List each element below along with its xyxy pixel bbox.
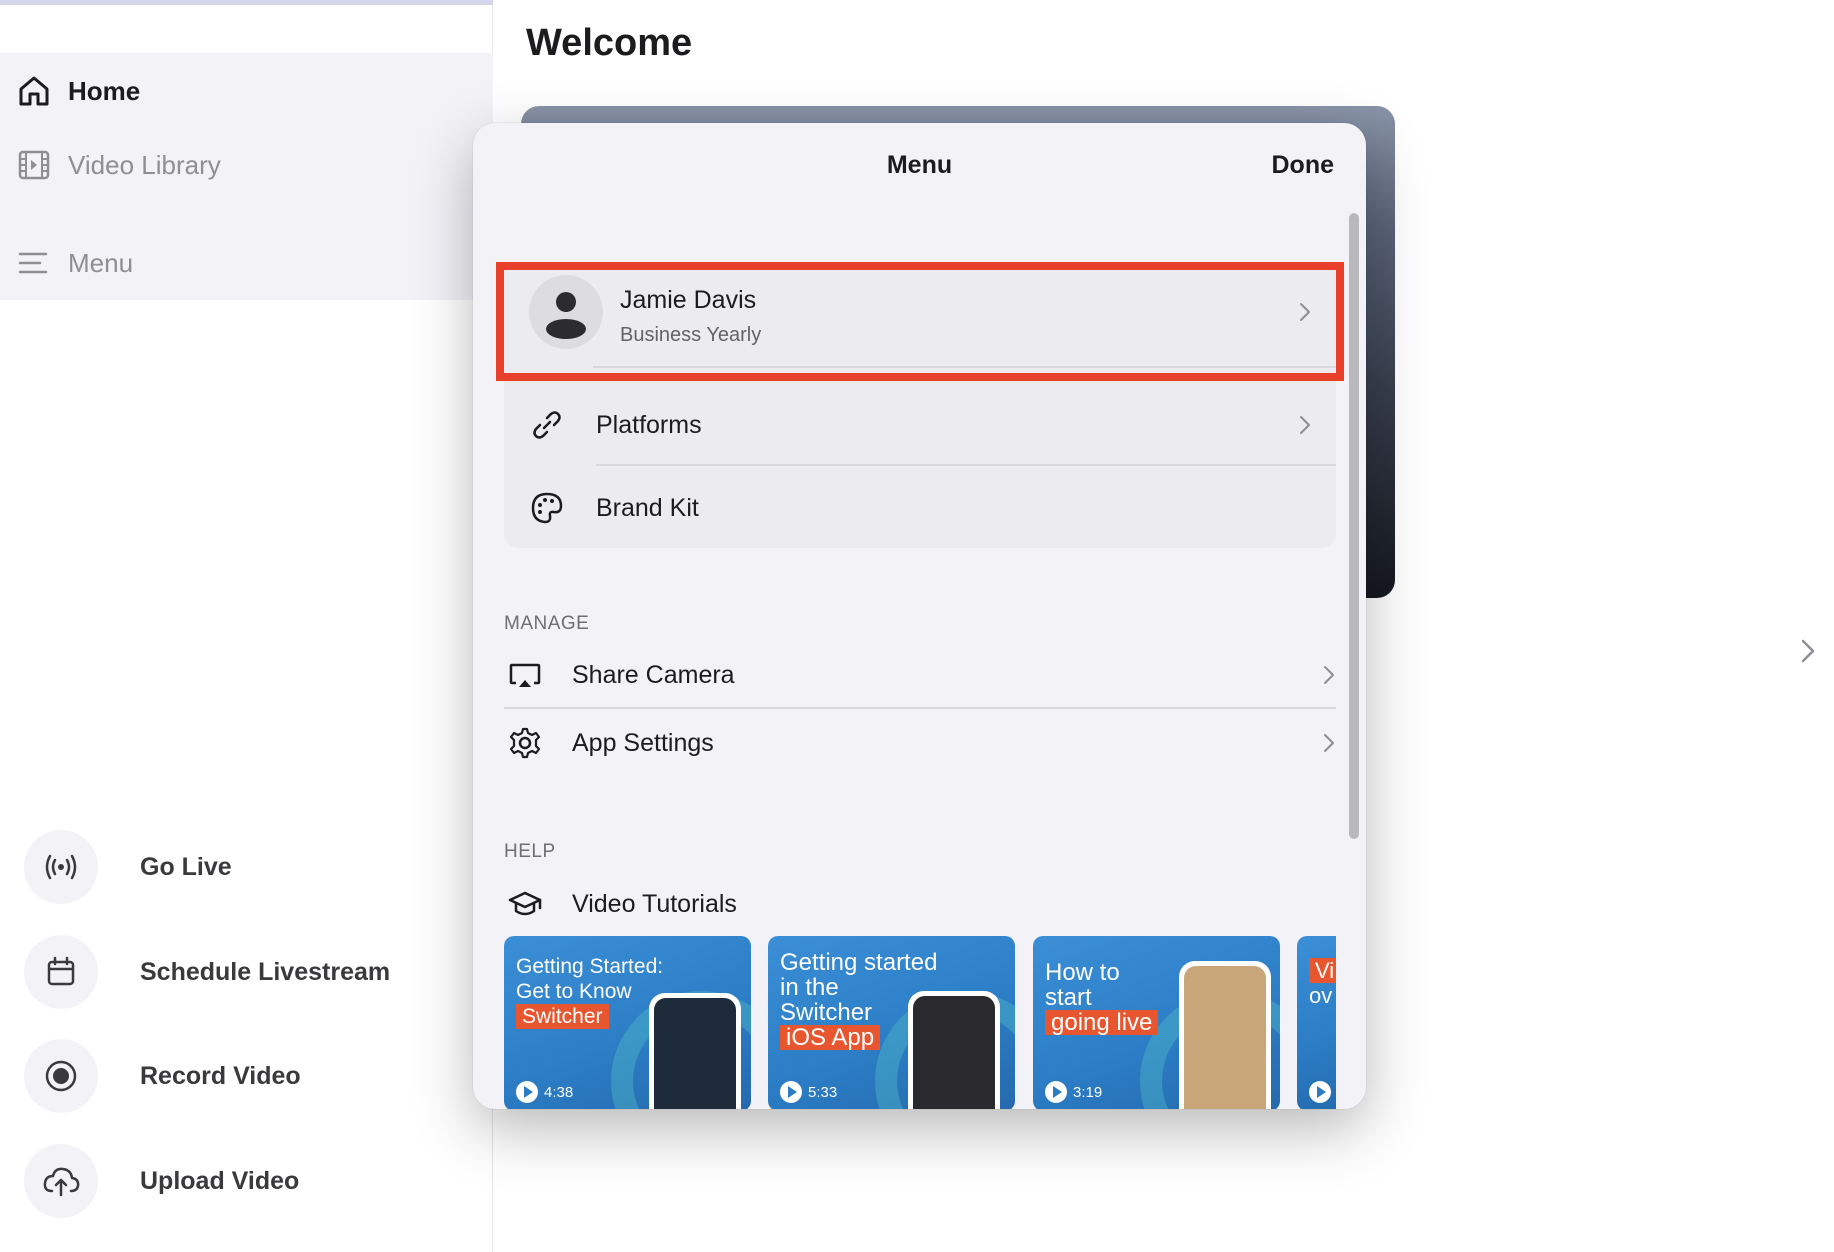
- tutorial-title-line: Getting started: [780, 949, 938, 976]
- sidebar-item-label: Menu: [68, 247, 134, 278]
- brand-kit-label: Brand Kit: [596, 493, 699, 522]
- tutorial-title-line: Get to Know: [516, 980, 632, 1003]
- tutorial-title: How to start going live: [1045, 959, 1159, 1035]
- tutorial-thumbnail[interactable]: How to start going live 3:19: [1033, 936, 1280, 1109]
- phone-mockup: [1179, 961, 1271, 1109]
- sidebar: Home Video Library Menu Go Live Schedule…: [0, 0, 493, 1252]
- tutorial-title-line: How to: [1045, 959, 1120, 986]
- chevron-right-icon[interactable]: [1797, 636, 1819, 666]
- go-live-label: Go Live: [140, 852, 232, 881]
- phone-mockup: [649, 993, 741, 1109]
- highlight-annotation: [496, 262, 1344, 381]
- go-live-button[interactable]: Go Live: [24, 829, 232, 905]
- phone-mockup: [908, 991, 1000, 1109]
- tutorial-duration: 5:33: [780, 1081, 837, 1103]
- brand-kit-row[interactable]: Brand Kit: [504, 468, 1336, 548]
- chevron-right-icon: [1324, 666, 1334, 684]
- sidebar-item-menu[interactable]: Menu: [0, 233, 493, 293]
- record-video-button[interactable]: Record Video: [24, 1038, 301, 1114]
- done-button[interactable]: Done: [1272, 151, 1335, 180]
- tutorial-tag: iOS App: [780, 1025, 881, 1050]
- video-tutorials-row[interactable]: Video Tutorials: [504, 873, 1336, 935]
- graduation-cap-icon: [508, 891, 542, 916]
- tutorial-title-line: ov: [1309, 983, 1333, 1008]
- tutorial-carousel: Getting Started: Get to Know Switcher 4:…: [504, 936, 1336, 1109]
- scrollbar[interactable]: [1349, 213, 1359, 839]
- play-icon: [1045, 1081, 1067, 1103]
- action-icon-circle: [24, 935, 98, 1009]
- phone-screen: [1184, 966, 1266, 1109]
- upload-video-button[interactable]: Upload Video: [24, 1143, 299, 1219]
- tutorial-thumbnail[interactable]: Vi ov: [1297, 936, 1336, 1109]
- palette-icon: [531, 492, 563, 524]
- sidebar-item-video-library[interactable]: Video Library: [0, 135, 493, 195]
- duration-text: 5:33: [808, 1083, 838, 1101]
- sidebar-top-accent: [0, 0, 493, 5]
- phone-screen: [913, 996, 995, 1109]
- sidebar-item-home[interactable]: Home: [0, 61, 493, 121]
- tutorial-tag: Switcher: [516, 1004, 609, 1029]
- action-icon-circle: [24, 830, 98, 904]
- share-camera-row[interactable]: Share Camera: [504, 644, 1336, 706]
- sidebar-item-label: Home: [68, 75, 141, 106]
- upload-video-label: Upload Video: [140, 1166, 300, 1195]
- app-settings-label: App Settings: [572, 728, 714, 757]
- action-icon-circle: [24, 1144, 98, 1218]
- video-tutorials-label: Video Tutorials: [572, 889, 737, 918]
- chevron-right-icon: [1324, 734, 1334, 752]
- link-icon: [533, 411, 561, 439]
- tutorial-title: Getting Started: Get to Know Switcher: [516, 954, 663, 1029]
- tutorial-title: Vi ov: [1309, 958, 1336, 1008]
- tutorial-title-line: start: [1045, 984, 1092, 1011]
- modal-title: Menu: [886, 151, 953, 179]
- action-icon-circle: [24, 1039, 98, 1113]
- film-icon: [18, 150, 50, 180]
- broadcast-icon: [45, 854, 77, 880]
- home-icon: [19, 76, 49, 106]
- play-icon: [516, 1081, 538, 1103]
- duration-text: 3:19: [1073, 1083, 1103, 1101]
- sidebar-item-label: Video Library: [68, 149, 221, 180]
- tutorial-thumbnail[interactable]: Getting started in the Switcher iOS App …: [768, 936, 1015, 1109]
- tutorial-duration: 4:38: [516, 1081, 573, 1103]
- tutorial-tag: going live: [1045, 1010, 1159, 1035]
- gear-icon: [509, 727, 541, 759]
- tutorial-duration: [1309, 1081, 1331, 1103]
- calendar-icon: [47, 956, 75, 986]
- play-icon: [780, 1081, 802, 1103]
- tutorial-duration: 3:19: [1045, 1081, 1102, 1103]
- schedule-livestream-button[interactable]: Schedule Livestream: [24, 934, 390, 1010]
- play-icon: [1309, 1081, 1331, 1103]
- manage-section-header: MANAGE: [504, 613, 590, 634]
- share-camera-label: Share Camera: [572, 660, 735, 689]
- phone-screen: [654, 998, 736, 1109]
- menu-lines-icon: [18, 252, 48, 274]
- platforms-label: Platforms: [596, 410, 702, 439]
- tutorial-tag: Vi: [1309, 958, 1336, 983]
- record-icon: [45, 1060, 77, 1092]
- divider: [596, 464, 1336, 466]
- duration-text: 4:38: [544, 1083, 574, 1101]
- divider: [504, 707, 1336, 709]
- airplay-icon: [509, 663, 541, 687]
- platforms-row[interactable]: Platforms: [504, 385, 1336, 465]
- chevron-right-icon: [1300, 416, 1310, 434]
- tutorial-thumbnail[interactable]: Getting Started: Get to Know Switcher 4:…: [504, 936, 751, 1109]
- schedule-livestream-label: Schedule Livestream: [140, 957, 391, 986]
- page-title: Welcome: [526, 22, 693, 64]
- record-video-label: Record Video: [140, 1061, 301, 1090]
- app-window: Home Video Library Menu Go Live Schedule…: [0, 0, 1834, 1252]
- app-settings-row[interactable]: App Settings: [504, 712, 1336, 774]
- cloud-upload-icon: [43, 1167, 80, 1197]
- tutorial-title-line: Getting Started:: [516, 955, 664, 978]
- help-section-header: HELP: [504, 841, 556, 862]
- menu-modal: Menu Done Jamie Davis Business Yearly Pl…: [473, 123, 1366, 1109]
- divider: [593, 366, 1336, 368]
